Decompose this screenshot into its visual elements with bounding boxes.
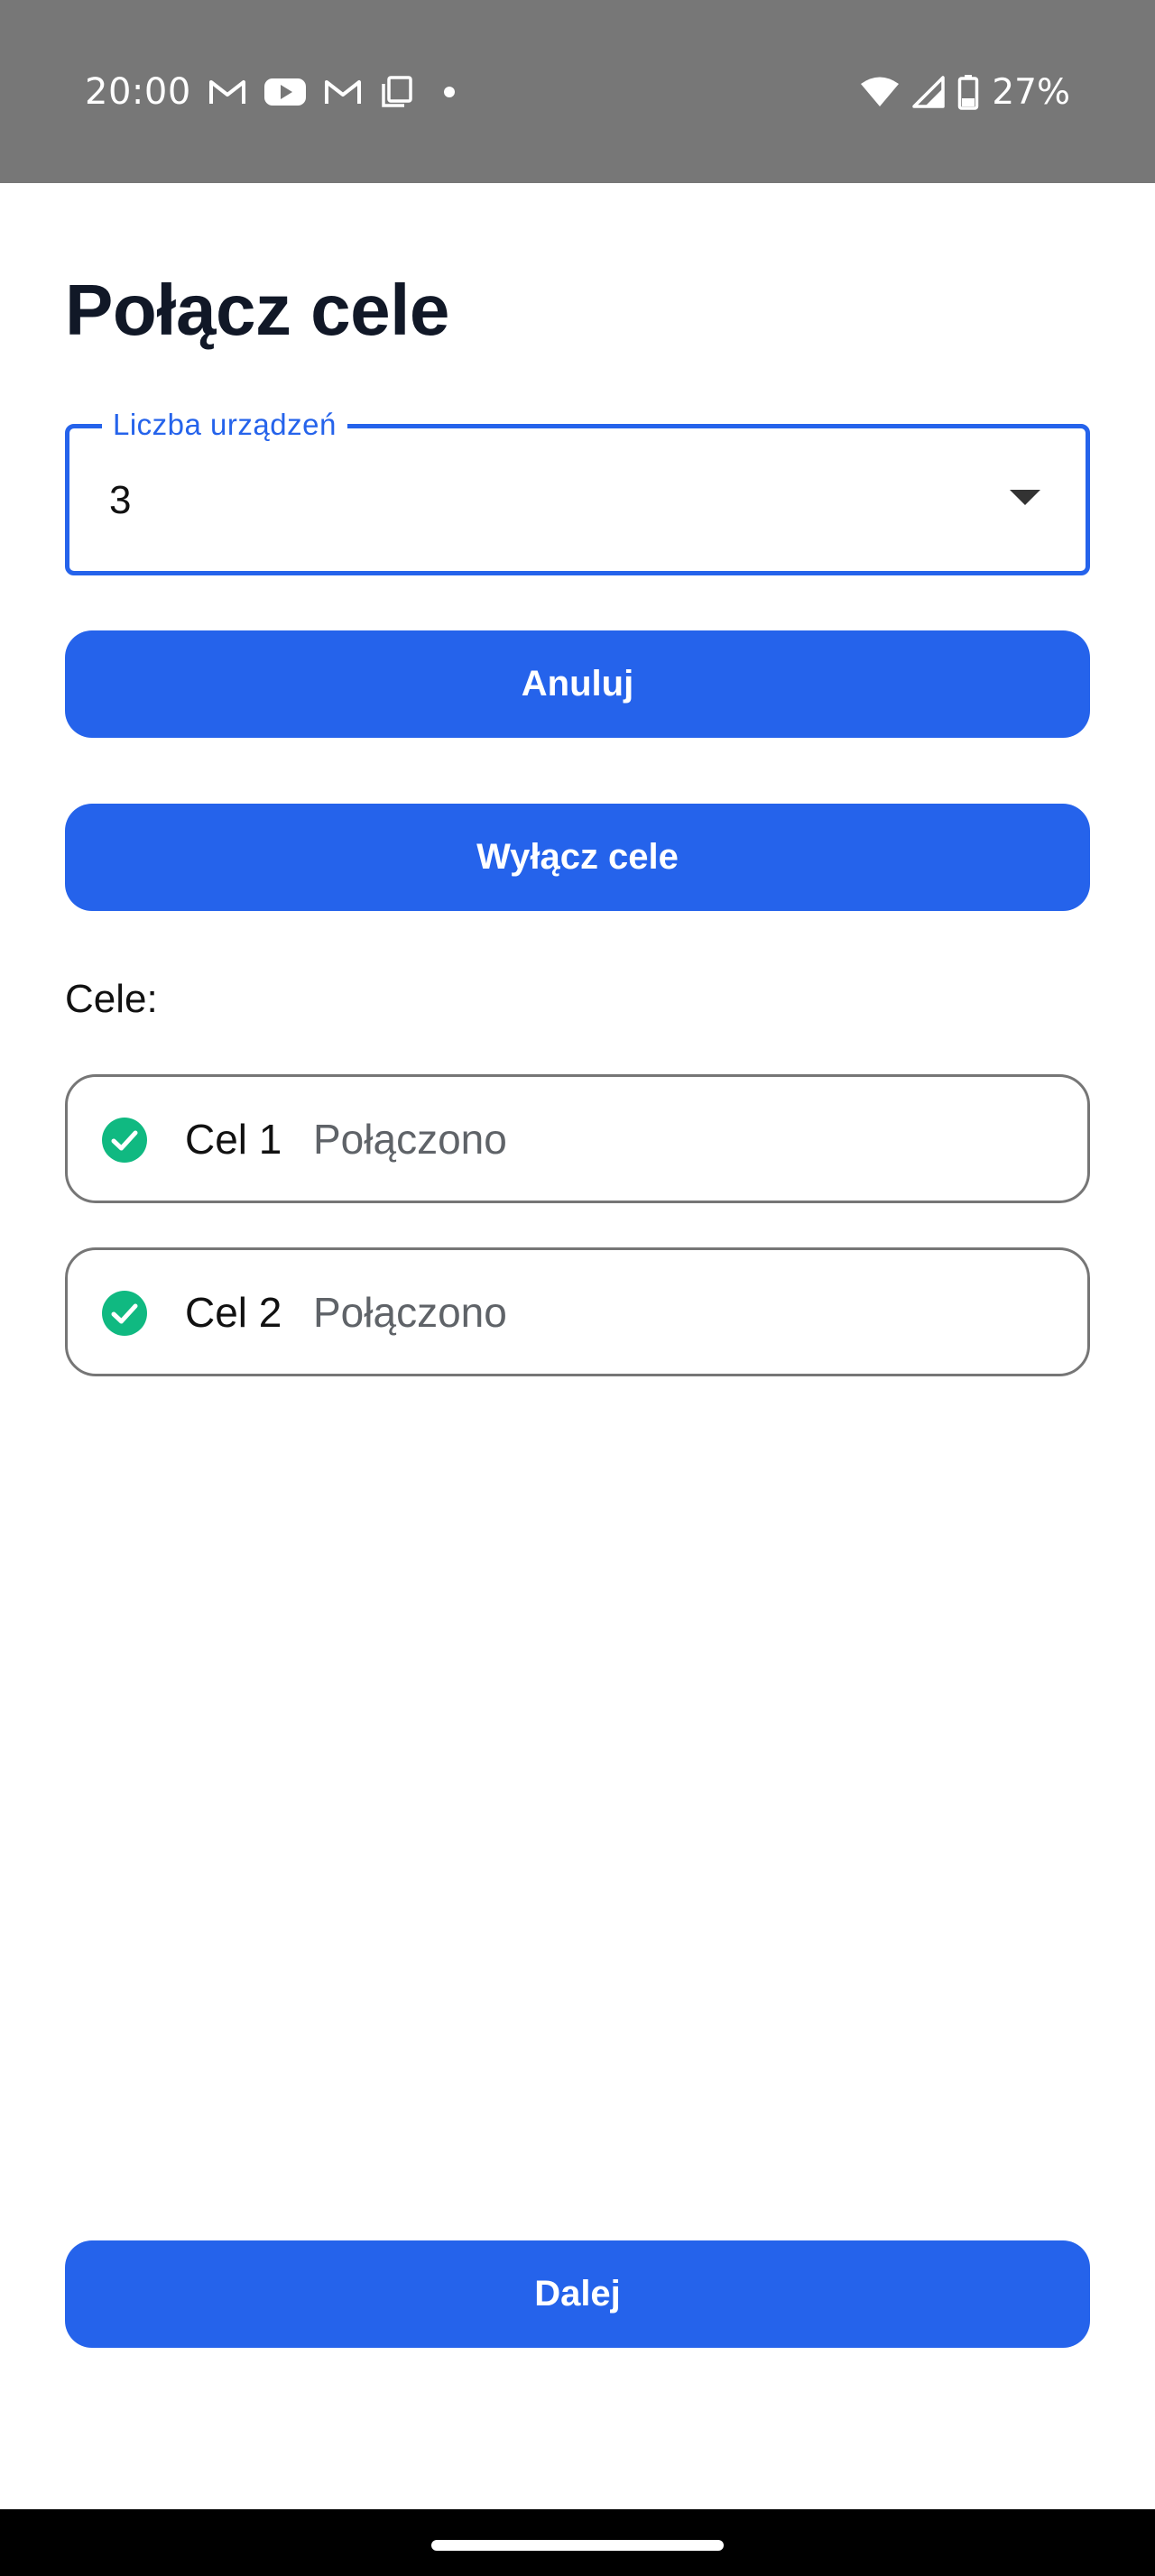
check-circle-icon: [102, 1118, 147, 1163]
device-count-select[interactable]: Liczba urządzeń 3: [65, 405, 1090, 575]
target-card: Cel 1 Połączono: [65, 1074, 1090, 1203]
wifi-icon: [860, 76, 900, 108]
signal-icon: [912, 76, 946, 108]
check-circle-icon: [102, 1291, 147, 1336]
status-left: 20:00: [85, 63, 467, 121]
target-card: Cel 2 Połączono: [65, 1247, 1090, 1376]
gmail-icon: [208, 77, 247, 107]
page-title: Połącz cele: [65, 270, 449, 350]
battery-percentage: 27%: [992, 71, 1070, 113]
status-bar: 20:00 27%: [0, 0, 1155, 183]
cancel-button[interactable]: Anuluj: [65, 630, 1090, 738]
status-time: 20:00: [85, 71, 191, 113]
battery-icon: [957, 74, 979, 110]
device-count-label: Liczba urządzeń: [102, 405, 347, 445]
target-name: Cel 1: [185, 1116, 282, 1163]
gmail-icon: [323, 77, 363, 107]
target-name: Cel 2: [185, 1289, 282, 1336]
navigation-bar: [0, 2509, 1155, 2576]
target-status: Połączono: [313, 1116, 507, 1163]
targets-section-label: Cele:: [65, 977, 158, 1021]
copy-icon: [379, 74, 415, 110]
dropdown-arrow-icon: [1010, 490, 1040, 505]
disable-targets-button[interactable]: Wyłącz cele: [65, 804, 1090, 911]
status-right: 27%: [860, 63, 1070, 121]
home-gesture-handle[interactable]: [431, 2540, 724, 2551]
next-button[interactable]: Dalej: [65, 2240, 1090, 2348]
device-count-value: 3: [109, 478, 132, 522]
app-screen: 20:00 27% Połącz cele Liczba urządzeń 3 …: [0, 0, 1155, 2576]
target-status: Połączono: [313, 1289, 507, 1336]
dot-icon: [431, 74, 467, 110]
youtube-icon: [263, 76, 307, 108]
